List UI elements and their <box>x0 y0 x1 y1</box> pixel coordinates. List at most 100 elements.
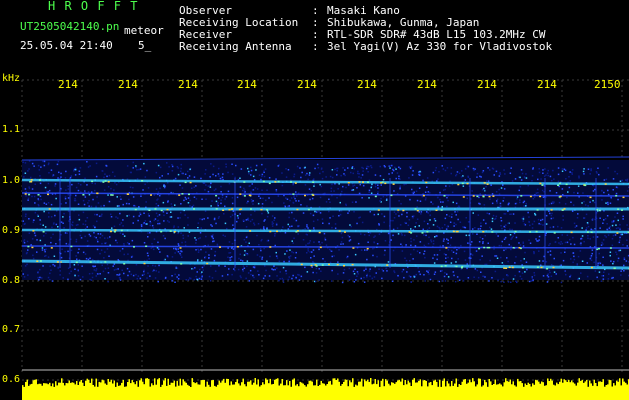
noise-speck <box>93 232 95 234</box>
level-spike <box>296 384 298 390</box>
noise-speck <box>82 199 85 202</box>
noise-speck <box>331 183 333 186</box>
noise-speck <box>184 173 187 175</box>
noise-speck <box>237 268 240 271</box>
noise-speck <box>447 239 449 241</box>
noise-speck <box>97 233 99 235</box>
noise-speck <box>179 170 182 172</box>
level-spike <box>496 384 498 390</box>
noise-speck <box>363 269 365 272</box>
signal-peak <box>565 183 568 186</box>
noise-speck <box>232 224 234 226</box>
noise-speck <box>27 199 29 201</box>
noise-speck <box>245 241 247 243</box>
noise-speck <box>260 249 262 252</box>
level-spike <box>76 381 78 390</box>
noise-speck <box>410 244 412 247</box>
noise-speck <box>348 267 351 270</box>
noise-speck <box>428 269 430 272</box>
noise-speck <box>306 225 308 228</box>
noise-speck <box>404 221 406 224</box>
noise-speck <box>39 239 42 242</box>
noise-speck <box>219 177 222 180</box>
level-spike <box>113 380 115 390</box>
level-spike <box>295 385 297 390</box>
noise-speck <box>572 261 574 264</box>
noise-speck <box>554 241 557 243</box>
noise-speck <box>491 277 493 279</box>
noise-speck <box>295 251 297 254</box>
noise-speck <box>307 250 309 252</box>
noise-speck <box>51 280 54 282</box>
level-spike <box>314 385 316 390</box>
noise-speck <box>351 201 354 203</box>
noise-speck <box>271 268 273 270</box>
noise-speck <box>177 251 180 253</box>
noise-speck <box>540 178 542 180</box>
noise-speck <box>288 205 290 207</box>
noise-speck <box>158 214 161 216</box>
noise-speck <box>389 165 392 167</box>
noise-speck <box>359 216 361 218</box>
noise-speck <box>274 268 276 271</box>
noise-speck <box>147 254 149 257</box>
noise-speck <box>307 242 309 245</box>
noise-speck <box>180 163 182 166</box>
noise-speck <box>560 241 562 243</box>
noise-speck <box>612 262 614 265</box>
noise-speck <box>593 201 596 204</box>
level-spike <box>598 381 600 390</box>
noise-speck <box>306 205 308 207</box>
level-spike <box>563 379 565 390</box>
noise-speck <box>107 272 110 274</box>
signal-peak <box>621 209 623 211</box>
noise-speck <box>67 278 69 281</box>
noise-speck <box>602 239 605 241</box>
level-spike <box>248 381 250 390</box>
noise-speck <box>464 226 467 229</box>
noise-speck <box>422 228 424 231</box>
noise-speck <box>531 175 534 177</box>
noise-speck <box>53 255 56 257</box>
noise-speck <box>290 197 293 199</box>
level-spike <box>293 378 295 390</box>
noise-speck <box>266 227 268 229</box>
noise-speck <box>60 176 62 178</box>
noise-speck <box>576 217 579 219</box>
noise-speck <box>603 219 605 221</box>
noise-speck <box>540 219 542 222</box>
level-spike <box>619 378 621 390</box>
noise-speck <box>377 213 379 216</box>
noise-speck <box>134 205 137 207</box>
noise-speck <box>305 244 307 246</box>
noise-speck <box>215 188 217 190</box>
noise-speck <box>553 178 555 180</box>
noise-speck <box>382 178 385 181</box>
noise-speck <box>191 187 193 189</box>
signal-peak <box>392 183 395 185</box>
noise-speck <box>510 238 512 240</box>
noise-speck <box>47 182 50 185</box>
noise-speck <box>115 268 117 271</box>
level-spike <box>437 386 439 390</box>
level-spike <box>269 378 271 390</box>
noise-speck <box>362 170 364 172</box>
signal-peak <box>421 232 424 234</box>
level-spike <box>358 381 360 390</box>
noise-speck <box>268 177 271 179</box>
noise-speck <box>426 186 428 188</box>
noise-speck <box>197 222 200 224</box>
noise-speck <box>466 165 469 168</box>
noise-speck <box>242 194 244 197</box>
noise-speck <box>26 240 29 243</box>
noise-speck <box>316 163 319 166</box>
signal-peak <box>178 194 181 196</box>
x-tick-label: 2150 <box>594 78 621 91</box>
signal-peak <box>488 195 491 198</box>
noise-speck <box>122 225 124 227</box>
noise-speck <box>263 247 265 250</box>
noise-speck <box>558 242 560 244</box>
noise-speck <box>218 197 220 199</box>
noise-speck <box>104 173 106 175</box>
noise-speck <box>560 252 562 254</box>
